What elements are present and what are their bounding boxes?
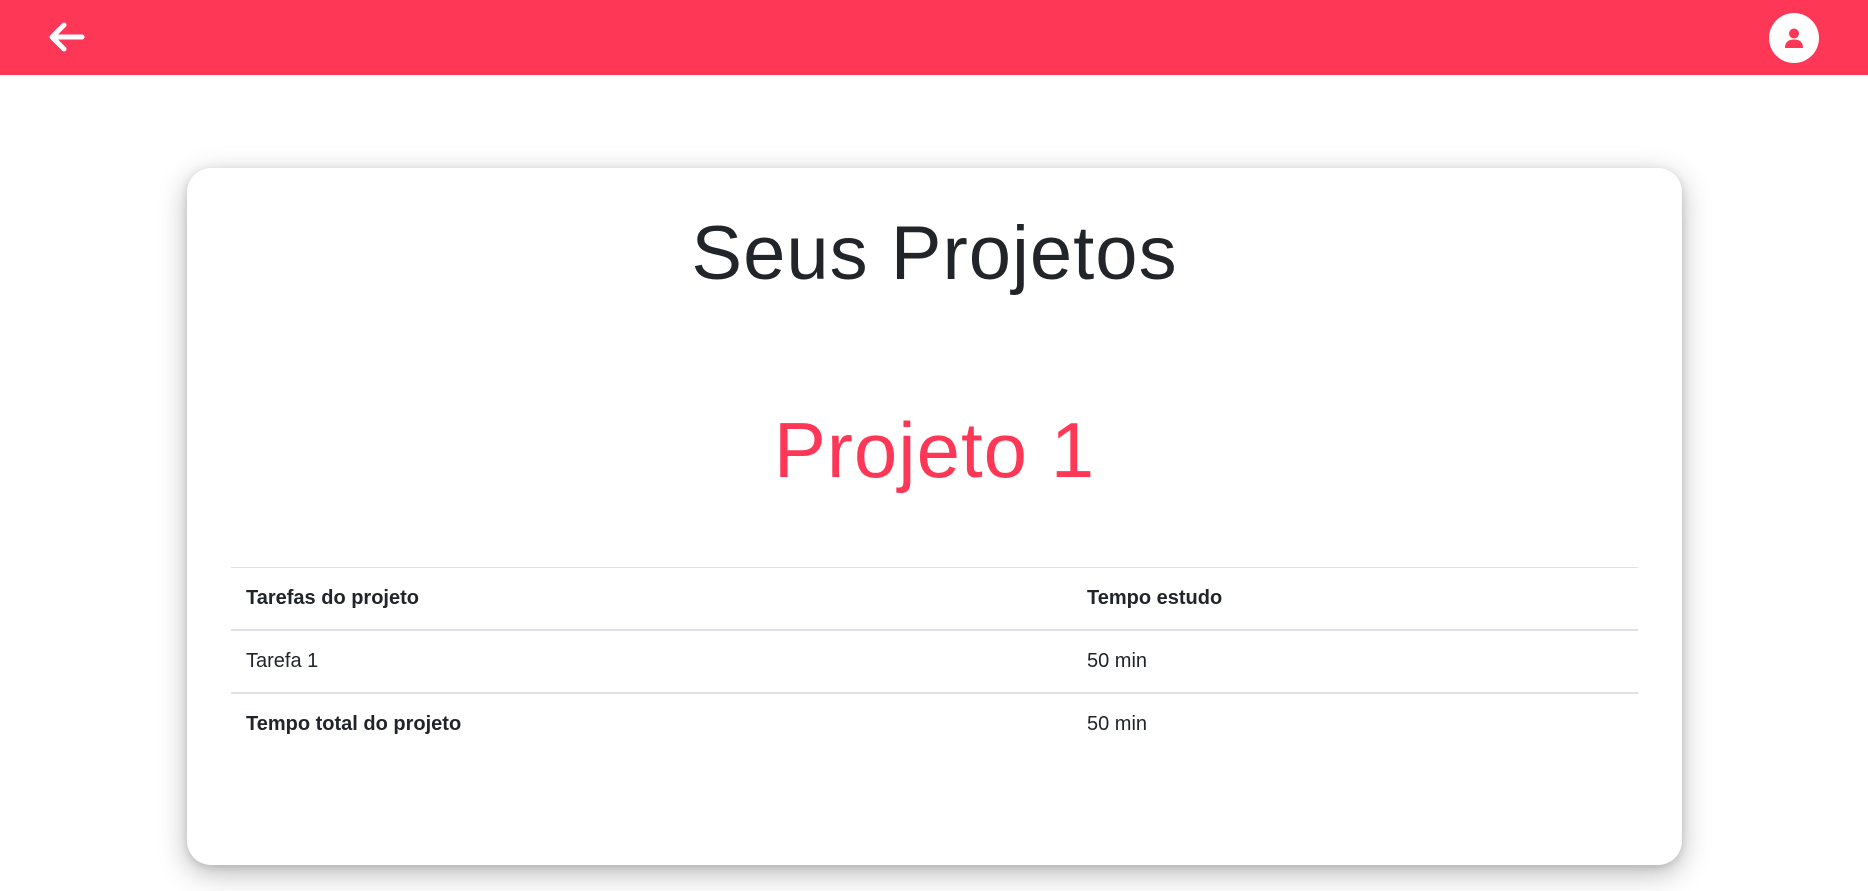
arrow-left-icon: [49, 22, 85, 52]
project-tasks-table: Tarefas do projeto Tempo estudo Tarefa 1…: [231, 567, 1638, 755]
back-button[interactable]: [44, 17, 88, 57]
projects-card: Seus Projetos Projeto 1 Tarefas do proje…: [187, 168, 1682, 865]
table-header-row: Tarefas do projeto Tempo estudo: [231, 568, 1638, 631]
task-name-cell: Tarefa 1: [246, 650, 319, 672]
user-profile-button[interactable]: [1769, 13, 1819, 63]
total-label-cell: Tempo total do projeto: [246, 713, 462, 735]
user-icon: [1785, 28, 1803, 48]
project-title: Projeto 1: [773, 406, 1096, 494]
table-total-row: Tempo total do projeto 50 min: [231, 694, 1638, 755]
table-row: Tarefa 1 50 min: [231, 631, 1638, 694]
task-time-cell: 50 min: [1087, 650, 1148, 672]
top-navbar: [0, 0, 1868, 75]
column-header-tasks: Tarefas do projeto: [246, 587, 419, 609]
page-title: Seus Projetos: [691, 211, 1178, 296]
column-header-study-time: Tempo estudo: [1087, 587, 1223, 609]
total-value-cell: 50 min: [1087, 713, 1148, 735]
